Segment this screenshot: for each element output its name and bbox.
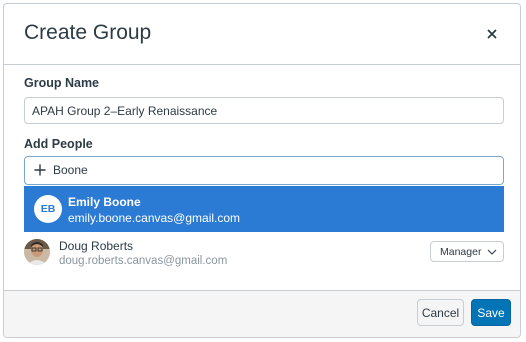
cancel-button[interactable]: Cancel (417, 299, 464, 326)
dialog-title: Create Group (24, 21, 152, 44)
avatar: EB (34, 195, 62, 223)
add-people-label: Add People (24, 137, 93, 151)
member-email: doug.roberts.canvas@gmail.com (59, 255, 228, 267)
save-button[interactable]: Save (471, 299, 511, 326)
group-name-input[interactable] (24, 97, 504, 124)
member-name: Doug Roberts (59, 239, 134, 253)
add-people-input[interactable] (53, 160, 493, 180)
user-photo-icon (24, 239, 50, 265)
member-row: Doug Roberts doug.roberts.canvas@gmail.c… (24, 236, 504, 268)
group-name-label: Group Name (24, 76, 100, 90)
suggestion-item-emily-boone[interactable]: EB Emily Boone emily.boone.canvas@gmail.… (24, 186, 504, 232)
suggestion-name: Emily Boone (68, 195, 141, 209)
close-button[interactable] (480, 22, 504, 46)
plus-icon (34, 164, 46, 176)
close-icon (487, 29, 497, 39)
avatar (24, 239, 50, 265)
chevron-down-icon (487, 249, 497, 255)
dialog-header: Create Group (4, 4, 520, 65)
role-select-value: Manager (440, 246, 482, 258)
add-people-search[interactable] (24, 156, 504, 185)
suggestion-email: emily.boone.canvas@gmail.com (68, 211, 241, 225)
dialog-footer: Cancel Save (4, 290, 520, 337)
create-group-dialog: Create Group Group Name Add People EB Em… (3, 3, 521, 338)
member-role-select[interactable]: Manager (430, 241, 504, 262)
